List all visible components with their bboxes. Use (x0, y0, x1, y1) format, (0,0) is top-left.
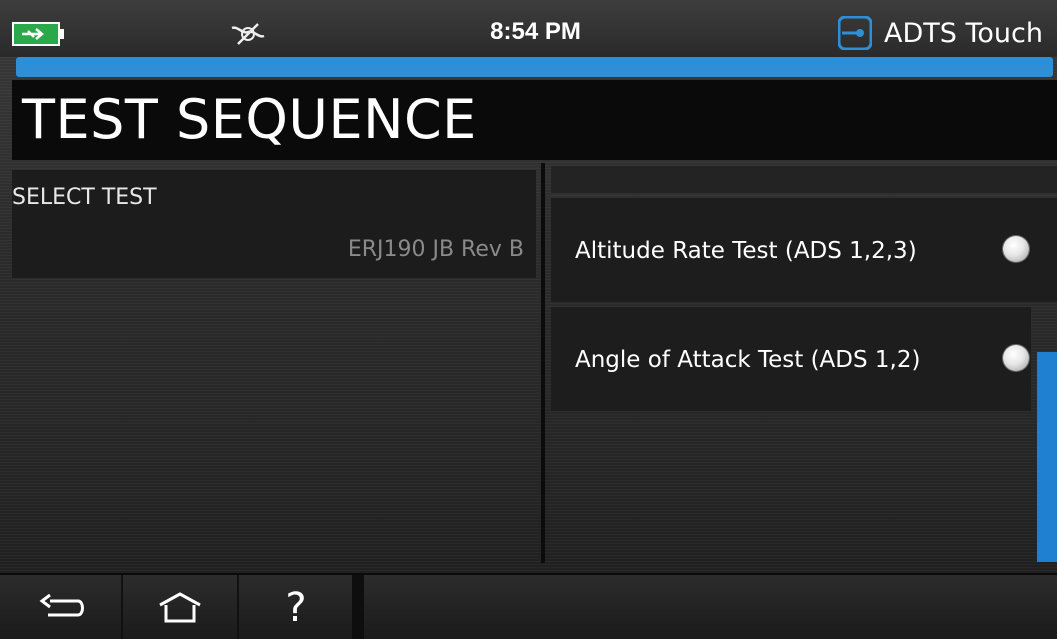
select-test-value: ERJ190 JB Rev B (347, 237, 524, 262)
help-icon: ? (285, 585, 307, 631)
app-screen: 8:54 PM ADTS Touch TEST SEQUENCE SELECT … (0, 0, 1057, 639)
help-button[interactable]: ? (237, 575, 353, 639)
test-list-item[interactable]: Altitude Rate Test (ADS 1,2,3) (551, 198, 1057, 302)
brand-logo-icon (838, 16, 873, 50)
status-bar: 8:54 PM ADTS Touch (0, 0, 1057, 57)
select-test-label: SELECT TEST (12, 185, 157, 210)
radio-button-icon[interactable] (1003, 236, 1029, 262)
brand: ADTS Touch (838, 16, 1043, 50)
panel-divider (541, 163, 545, 563)
radio-button-icon[interactable] (1003, 345, 1029, 371)
test-list-item[interactable]: Angle of Attack Test (ADS 1,2) (551, 307, 1031, 411)
brand-name: ADTS Touch (884, 17, 1043, 49)
back-icon (39, 593, 84, 617)
home-icon (159, 592, 201, 623)
title-bar: TEST SEQUENCE (12, 80, 1057, 160)
page-title: TEST SEQUENCE (22, 88, 477, 151)
progress-fill (16, 57, 1053, 77)
scrollbar[interactable] (1037, 352, 1057, 562)
bottom-nav-bar: ? (0, 573, 1057, 639)
test-list-header (551, 166, 1057, 193)
home-button[interactable] (121, 575, 237, 639)
back-button[interactable] (5, 575, 119, 639)
nav-separator (352, 575, 364, 639)
progress-bar (16, 57, 1053, 77)
test-item-label: Altitude Rate Test (ADS 1,2,3) (575, 238, 917, 264)
select-test-field[interactable]: SELECT TEST ERJ190 JB Rev B (12, 170, 536, 278)
test-item-label: Angle of Attack Test (ADS 1,2) (575, 347, 921, 373)
